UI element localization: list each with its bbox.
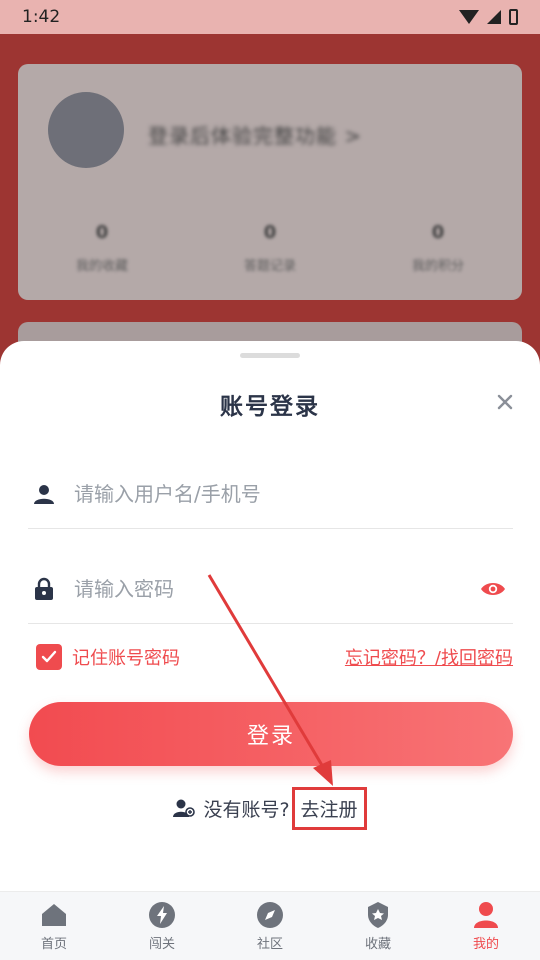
nav-item-home[interactable]: 首页: [4, 901, 104, 952]
compass-icon: [256, 901, 284, 929]
wifi-icon: [459, 10, 479, 24]
checkmark-icon: [41, 650, 57, 663]
lock-icon: [30, 575, 58, 603]
close-icon: [497, 394, 513, 410]
bottom-nav: 首页 闯关 社区 收藏 我的: [0, 891, 540, 960]
register-row: 没有账号? 去注册: [0, 786, 540, 830]
no-account-text: 没有账号?: [203, 798, 290, 821]
checkbox-checked[interactable]: [36, 644, 62, 670]
cell-signal-icon: [487, 10, 501, 24]
username-input[interactable]: [74, 481, 513, 506]
user-icon: [30, 480, 58, 508]
status-icons: [459, 9, 518, 25]
lightning-icon: [148, 901, 176, 929]
register-link[interactable]: 去注册: [291, 786, 367, 830]
nav-item-favorites[interactable]: 收藏: [328, 901, 428, 952]
badge-icon: [364, 901, 392, 929]
drag-handle[interactable]: [240, 353, 300, 358]
sheet-title: 账号登录: [220, 394, 320, 420]
nav-item-community[interactable]: 社区: [220, 901, 320, 952]
show-password-toggle[interactable]: [477, 575, 509, 603]
nav-label: 闯关: [148, 936, 175, 952]
remember-row: 记住账号密码 忘记密码？/找回密码: [36, 643, 513, 671]
nav-label: 首页: [40, 936, 67, 952]
login-button[interactable]: 登录: [29, 702, 513, 766]
password-field: [28, 554, 513, 624]
status-time: 1:42: [22, 7, 61, 27]
login-sheet: 账号登录 记住账号密码 忘记密码？/找回密码 登录 没有账号?: [0, 341, 540, 891]
remember-label[interactable]: 记住账号密码: [72, 644, 180, 670]
nav-item-challenge[interactable]: 闯关: [112, 901, 212, 952]
nav-label: 收藏: [364, 936, 391, 952]
status-bar: 1:42: [0, 0, 540, 34]
close-button[interactable]: [494, 391, 516, 413]
forgot-password-link[interactable]: 忘记密码？/找回密码: [345, 644, 513, 670]
user-icon: [472, 901, 500, 929]
user-add-icon: [173, 797, 196, 819]
password-input[interactable]: [74, 576, 477, 601]
nav-label: 我的: [472, 936, 499, 952]
nav-item-mine[interactable]: 我的: [436, 901, 536, 952]
remember-checkbox[interactable]: 记住账号密码: [36, 644, 180, 670]
eye-icon: [481, 582, 505, 595]
username-field: [28, 459, 513, 529]
home-icon: [40, 901, 68, 929]
battery-icon: [509, 9, 518, 25]
nav-label: 社区: [256, 936, 283, 952]
